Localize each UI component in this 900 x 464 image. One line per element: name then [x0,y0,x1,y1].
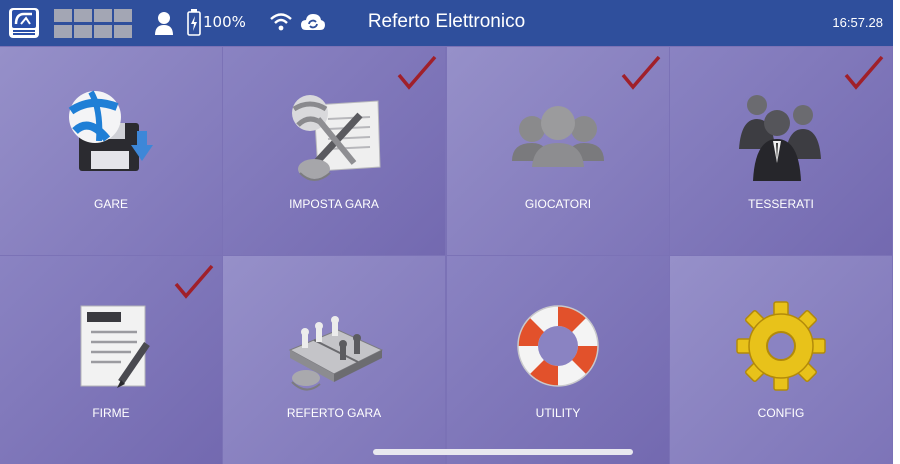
tile-imposta-gara[interactable]: IMPOSTA GARA [223,47,445,255]
tile-label: FIRME [92,406,130,420]
clock: 16:57.28 [832,15,883,30]
csi-logo-line [13,33,35,35]
tile-firme[interactable]: FIRME [0,256,222,464]
gear-icon [731,296,831,396]
lifebuoy-icon [508,296,608,396]
checkmark-icon [174,264,214,299]
top-bar: 100% Referto Elettronico 16:57.28 [0,0,893,46]
tile-config[interactable]: CONFIG [670,256,892,464]
tile-label: TESSERATI [748,197,814,211]
volleyball-download-icon [61,87,161,187]
game-board-icon [284,296,384,396]
tile-label: IMPOSTA GARA [289,197,379,211]
tile-label: REFERTO GARA [286,406,382,420]
group-players-icon [508,87,608,187]
checkmark-icon [621,55,661,90]
app-title: Referto Elettronico [367,11,526,32]
tile-tesserati[interactable]: TESSERATI [670,47,892,255]
checkmark-icon [397,55,437,90]
tile-utility[interactable]: UTILITY [447,256,669,464]
app-window: 100% Referto Elettronico 16:57.28 GARE I… [0,0,893,464]
tile-label: GARE [93,197,128,211]
home-indicator[interactable] [373,449,633,455]
tile-label: UTILITY [535,406,581,420]
tile-label: GIOCATORI [524,197,592,211]
tile-label: CONFIG [757,406,805,420]
tile-gare[interactable]: GARE [0,47,222,255]
settings-tools-icon [284,87,384,187]
tile-giocatori[interactable]: GIOCATORI [447,47,669,255]
checkmark-icon [844,55,884,90]
signature-document-icon [61,296,161,396]
business-people-icon [731,87,831,187]
tile-referto-gara[interactable]: REFERTO GARA [223,256,445,464]
